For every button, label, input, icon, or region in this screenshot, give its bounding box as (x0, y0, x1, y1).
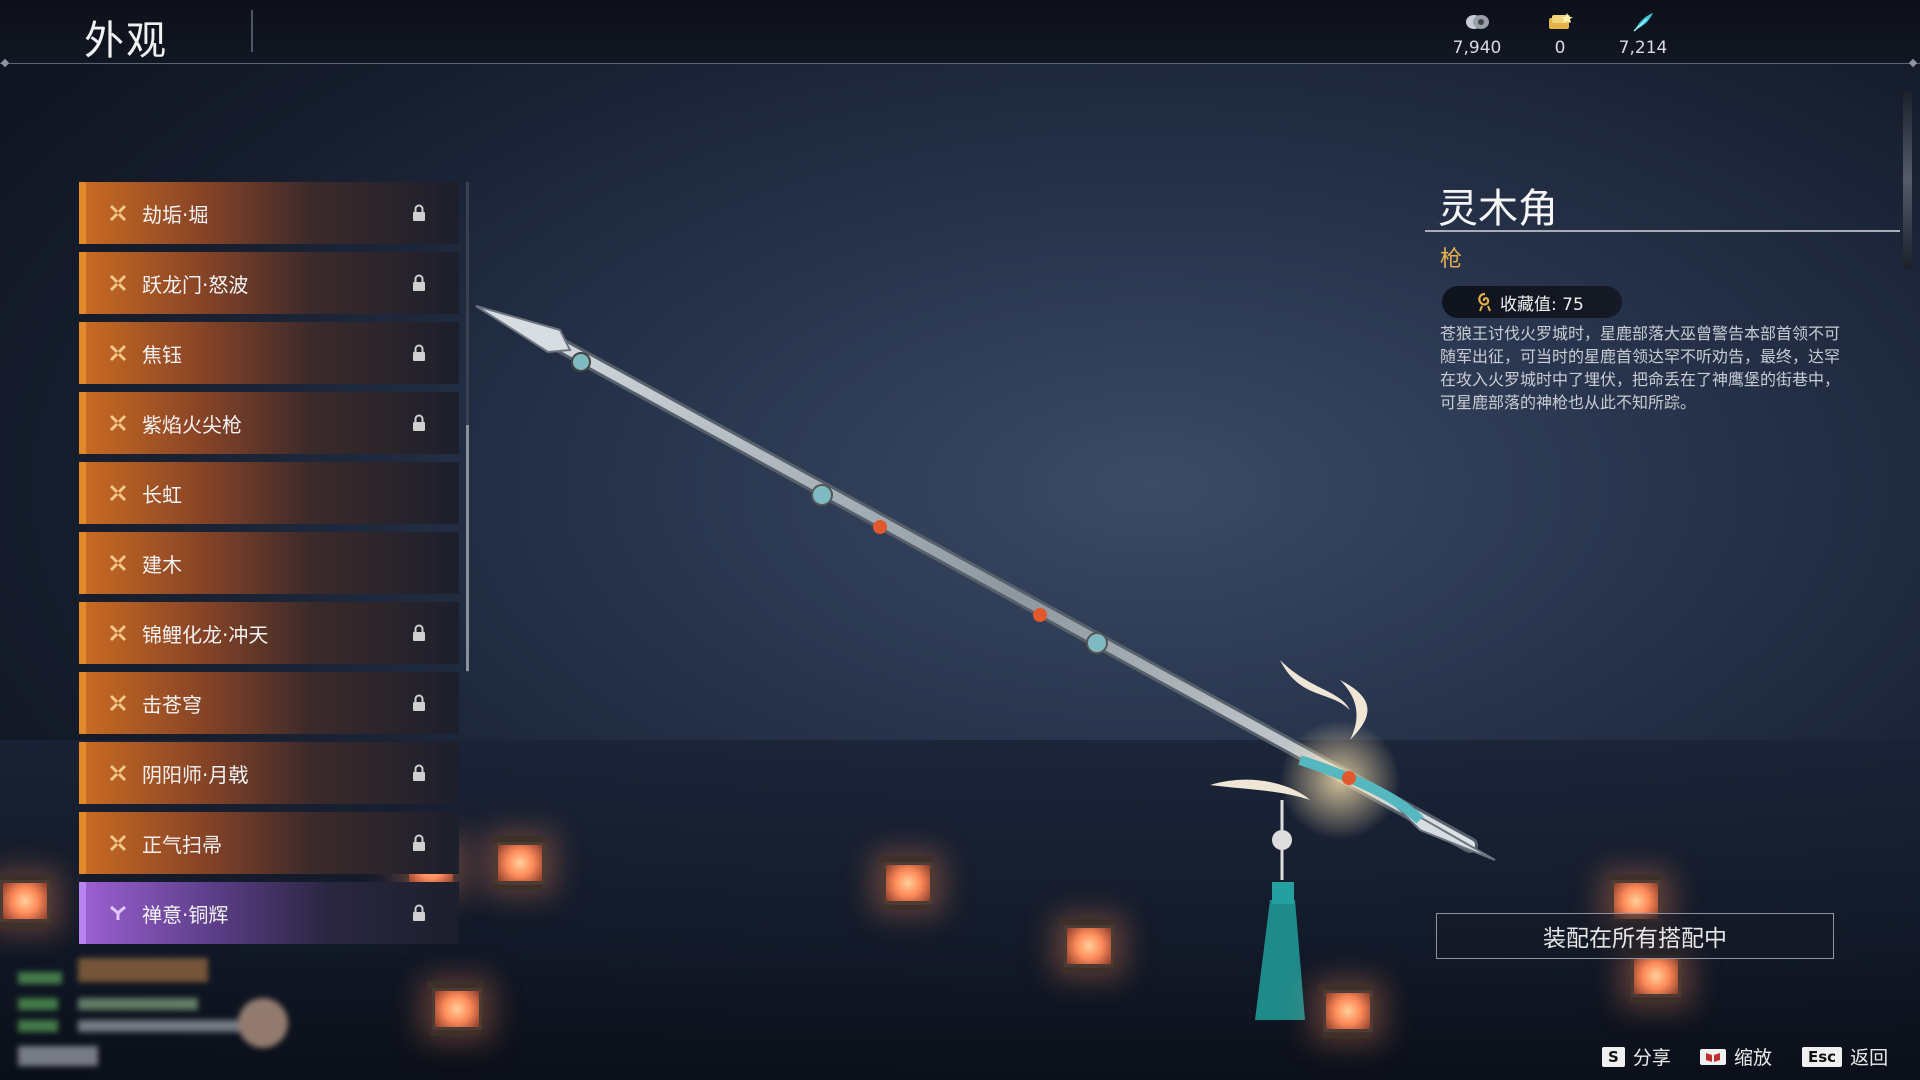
book-icon (1700, 1047, 1726, 1067)
lock-icon (409, 274, 429, 292)
lantern-decoration (1626, 949, 1682, 1003)
lock-icon (409, 694, 429, 712)
list-item[interactable]: 紫焰火尖枪 (79, 392, 459, 454)
key-esc: Esc (1802, 1046, 1843, 1067)
lock-icon (409, 414, 429, 432)
item-name: 灵木角 (1438, 186, 1558, 232)
list-scrollbar-thumb[interactable] (466, 425, 469, 671)
lantern-decoration (1318, 984, 1374, 1038)
quality-icon (106, 414, 130, 432)
skin-list: 劫垢·堀 跃龙门·怒波 焦钰 紫焰火尖枪 长虹 建木 锦鲤化龙·冲天 击苍穹 阴 (79, 182, 459, 952)
list-item[interactable]: 长虹 (79, 462, 459, 524)
equip-all-button[interactable]: 装配在所有搭配中 (1436, 913, 1834, 959)
quality-icon (106, 694, 130, 712)
list-item-label: 劫垢·堀 (142, 202, 209, 227)
list-item[interactable]: 锦鲤化龙·冲天 (79, 602, 459, 664)
lantern-decoration (1059, 919, 1115, 973)
quality-icon (106, 554, 130, 572)
collection-value: 收藏值: 75 (1500, 294, 1584, 315)
lock-icon (409, 204, 429, 222)
lock-icon (409, 904, 429, 922)
list-item[interactable]: 焦钰 (79, 322, 459, 384)
list-item-label: 正气扫帚 (142, 832, 222, 857)
list-item[interactable]: 击苍穹 (79, 672, 459, 734)
obscured-region (18, 958, 348, 1068)
list-item-label: 建木 (142, 552, 182, 577)
zoom-hint[interactable]: 缩放 (1700, 1043, 1772, 1070)
quality-icon (106, 624, 130, 642)
list-item[interactable]: 建木 (79, 532, 459, 594)
lock-icon (409, 764, 429, 782)
back-label: 返回 (1850, 1047, 1889, 1069)
key-s: S (1602, 1046, 1625, 1067)
quality-icon (106, 344, 130, 362)
lantern-decoration (878, 856, 934, 910)
collection-icon (1476, 292, 1494, 312)
lantern-decoration (427, 982, 483, 1036)
list-item[interactable]: 禅意·铜辉 (79, 882, 459, 944)
list-item[interactable]: 劫垢·堀 (79, 182, 459, 244)
list-item-label: 锦鲤化龙·冲天 (142, 622, 269, 647)
item-type: 枪 (1440, 247, 1463, 272)
list-item[interactable]: 正气扫帚 (79, 812, 459, 874)
lock-icon (409, 624, 429, 642)
lantern-decoration (490, 836, 546, 890)
title-divider (1425, 230, 1900, 232)
list-item-label: 阴阳师·月戟 (142, 762, 249, 787)
collection-value-badge: 收藏值: 75 (1442, 286, 1622, 318)
list-item[interactable]: 跃龙门·怒波 (79, 252, 459, 314)
list-item-label: 击苍穹 (142, 692, 202, 717)
quality-icon (106, 274, 130, 292)
quality-icon (106, 904, 130, 922)
list-item-label: 跃龙门·怒波 (142, 272, 249, 297)
back-hint[interactable]: Esc 返回 (1802, 1043, 1888, 1070)
share-label: 分享 (1632, 1047, 1671, 1069)
quality-icon (106, 764, 130, 782)
item-description: 苍狼王讨伐火罗城时，星鹿部落大巫曾警告本部首领不可随军出征，可当时的星鹿首领达罕… (1440, 324, 1841, 412)
quality-icon (106, 484, 130, 502)
list-item-label: 焦钰 (142, 342, 182, 367)
zoom-label: 缩放 (1734, 1047, 1773, 1069)
lantern-decoration (0, 874, 51, 928)
share-hint[interactable]: S 分享 (1602, 1043, 1671, 1070)
quality-icon (106, 834, 130, 852)
list-item[interactable]: 阴阳师·月戟 (79, 742, 459, 804)
lock-icon (409, 344, 429, 362)
list-item-label: 禅意·铜辉 (142, 902, 229, 927)
quality-icon (106, 204, 130, 222)
lock-icon (409, 834, 429, 852)
list-item-label: 紫焰火尖枪 (142, 412, 242, 437)
list-item-label: 长虹 (142, 482, 182, 507)
